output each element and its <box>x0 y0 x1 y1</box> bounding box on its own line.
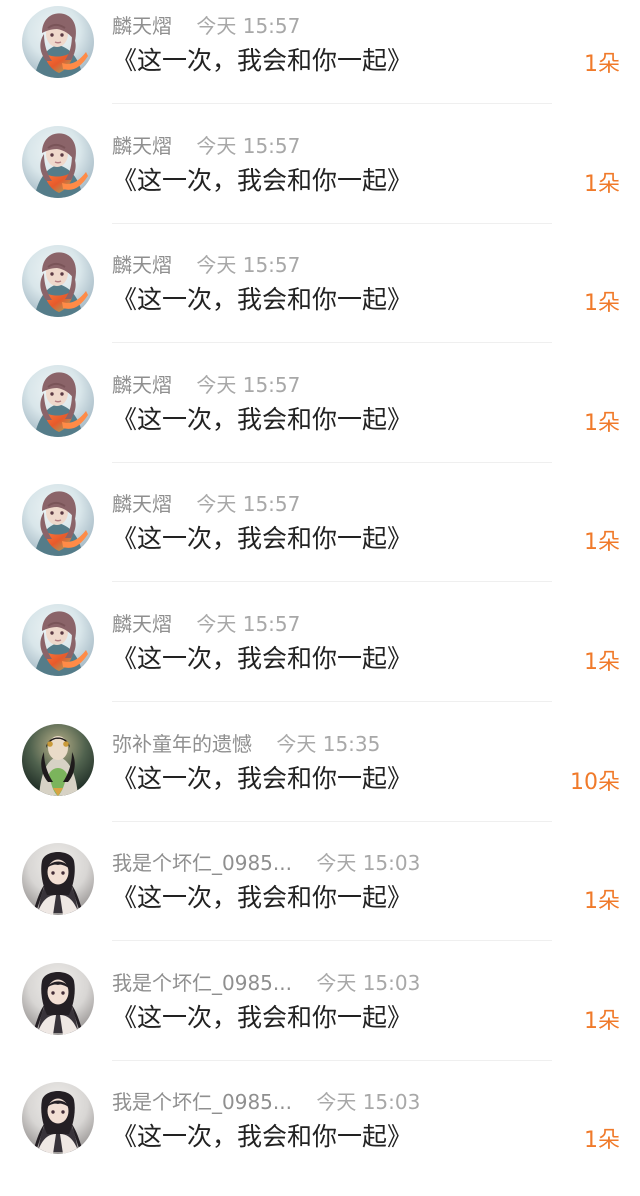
message-text: 《这一次，我会和你一起》 <box>112 166 413 195</box>
avatar-2[interactable] <box>22 126 94 198</box>
meta-line: 弥补童年的遗憾 今天 15:35 <box>112 730 380 758</box>
flower-count: 1朵 <box>584 1009 620 1034</box>
timestamp: 今天 15:03 <box>316 971 421 995</box>
username[interactable]: 我是个坏仁_0985... <box>112 1088 292 1116</box>
flower-count: 1朵 <box>584 530 620 555</box>
message-text: 《这一次，我会和你一起》 <box>112 405 413 434</box>
flower-count: 1朵 <box>584 889 620 914</box>
meta-line: 麟天熠 今天 15:57 <box>112 132 300 160</box>
avatar-anime-girl-scarf-icon <box>22 365 94 437</box>
message-text: 《这一次，我会和你一起》 <box>112 46 413 75</box>
avatar-anime-girl-scarf-icon <box>22 245 94 317</box>
meta-line: 我是个坏仁_0985... 今天 15:03 <box>112 1088 420 1116</box>
avatar-anime-girl-scarf-icon <box>22 484 94 556</box>
divider <box>112 223 552 224</box>
username[interactable]: 麟天熠 <box>112 251 172 279</box>
list-item-1[interactable]: 麟天熠 今天 15:57 《这一次，我会和你一起》 1朵 <box>0 0 640 120</box>
username[interactable]: 我是个坏仁_0985... <box>112 849 292 877</box>
timestamp: 今天 15:57 <box>196 14 301 38</box>
message-text: 《这一次，我会和你一起》 <box>112 285 413 314</box>
username[interactable]: 弥补童年的遗憾 <box>112 730 252 758</box>
message-text: 《这一次，我会和你一起》 <box>112 644 413 673</box>
gift-record-list: 麟天熠 今天 15:57 《这一次，我会和你一起》 1朵 麟天熠 今天 15:5… <box>0 0 640 1157</box>
timestamp: 今天 15:57 <box>196 253 301 277</box>
username[interactable]: 我是个坏仁_0985... <box>112 969 292 997</box>
meta-line: 我是个坏仁_0985... 今天 15:03 <box>112 849 420 877</box>
message-text: 《这一次，我会和你一起》 <box>112 524 413 553</box>
avatar-5[interactable] <box>22 484 94 556</box>
timestamp: 今天 15:57 <box>196 612 301 636</box>
username[interactable]: 麟天熠 <box>112 12 172 40</box>
flower-count: 1朵 <box>584 52 620 77</box>
avatar-6[interactable] <box>22 604 94 676</box>
message-text: 《这一次，我会和你一起》 <box>112 764 413 793</box>
divider <box>112 940 552 941</box>
meta-line: 麟天熠 今天 15:57 <box>112 251 300 279</box>
divider <box>112 701 552 702</box>
divider <box>112 462 552 463</box>
meta-line: 我是个坏仁_0985... 今天 15:03 <box>112 969 420 997</box>
list-item-5[interactable]: 麟天熠 今天 15:57 《这一次，我会和你一起》 1朵 <box>0 478 640 598</box>
flower-count: 10朵 <box>570 770 620 795</box>
flower-count: 1朵 <box>584 291 620 316</box>
avatar-10[interactable] <box>22 1082 94 1154</box>
avatar-dark-hair-girl-icon <box>22 963 94 1035</box>
username[interactable]: 麟天熠 <box>112 371 172 399</box>
timestamp: 今天 15:03 <box>316 1090 421 1114</box>
avatar-anime-girl-scarf-icon <box>22 126 94 198</box>
avatar-dark-hair-girl-icon <box>22 843 94 915</box>
avatar-anime-girl-scarf-icon <box>22 604 94 676</box>
message-text: 《这一次，我会和你一起》 <box>112 883 413 912</box>
timestamp: 今天 15:57 <box>196 492 301 516</box>
message-text: 《这一次，我会和你一起》 <box>112 1003 413 1032</box>
divider <box>112 342 552 343</box>
avatar-9[interactable] <box>22 963 94 1035</box>
meta-line: 麟天熠 今天 15:57 <box>112 371 300 399</box>
timestamp: 今天 15:35 <box>276 732 381 756</box>
flower-count: 1朵 <box>584 172 620 197</box>
flower-count: 1朵 <box>584 650 620 675</box>
list-item-3[interactable]: 麟天熠 今天 15:57 《这一次，我会和你一起》 1朵 <box>0 239 640 359</box>
meta-line: 麟天熠 今天 15:57 <box>112 490 300 518</box>
avatar-1[interactable] <box>22 6 94 78</box>
flower-count: 1朵 <box>584 1128 620 1153</box>
avatar-7[interactable] <box>22 724 94 796</box>
avatar-green-dress-girl-icon <box>22 724 94 796</box>
list-item-7[interactable]: 弥补童年的遗憾 今天 15:35 《这一次，我会和你一起》 10朵 <box>0 718 640 838</box>
divider <box>112 821 552 822</box>
list-item-8[interactable]: 我是个坏仁_0985... 今天 15:03 《这一次，我会和你一起》 1朵 <box>0 837 640 957</box>
avatar-anime-girl-scarf-icon <box>22 6 94 78</box>
username[interactable]: 麟天熠 <box>112 132 172 160</box>
flower-count: 1朵 <box>584 411 620 436</box>
list-item-4[interactable]: 麟天熠 今天 15:57 《这一次，我会和你一起》 1朵 <box>0 359 640 479</box>
divider <box>112 103 552 104</box>
timestamp: 今天 15:57 <box>196 134 301 158</box>
username[interactable]: 麟天熠 <box>112 490 172 518</box>
avatar-4[interactable] <box>22 365 94 437</box>
timestamp: 今天 15:57 <box>196 373 301 397</box>
avatar-dark-hair-girl-icon <box>22 1082 94 1154</box>
username[interactable]: 麟天熠 <box>112 610 172 638</box>
list-item-9[interactable]: 我是个坏仁_0985... 今天 15:03 《这一次，我会和你一起》 1朵 <box>0 957 640 1077</box>
list-item-6[interactable]: 麟天熠 今天 15:57 《这一次，我会和你一起》 1朵 <box>0 598 640 718</box>
list-item-2[interactable]: 麟天熠 今天 15:57 《这一次，我会和你一起》 1朵 <box>0 120 640 240</box>
message-text: 《这一次，我会和你一起》 <box>112 1122 413 1151</box>
avatar-8[interactable] <box>22 843 94 915</box>
meta-line: 麟天熠 今天 15:57 <box>112 610 300 638</box>
divider <box>112 1060 552 1061</box>
timestamp: 今天 15:03 <box>316 851 421 875</box>
avatar-3[interactable] <box>22 245 94 317</box>
meta-line: 麟天熠 今天 15:57 <box>112 12 300 40</box>
divider <box>112 581 552 582</box>
list-item-10[interactable]: 我是个坏仁_0985... 今天 15:03 《这一次，我会和你一起》 1朵 <box>0 1076 640 1196</box>
